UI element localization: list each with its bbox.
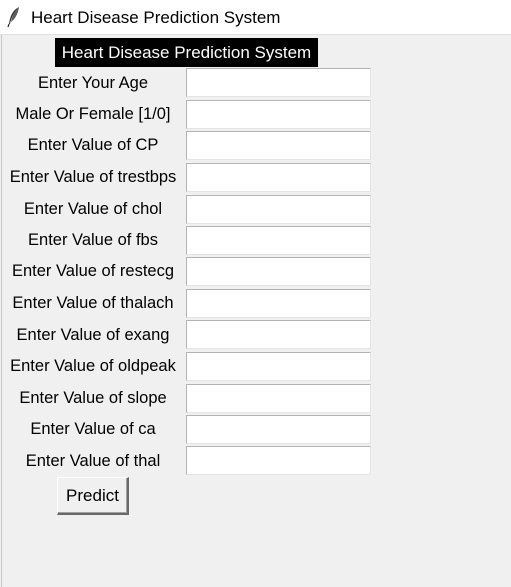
thal-label: Enter Value of thal: [25, 452, 161, 470]
age-label: Enter Your Age: [37, 74, 149, 92]
thal-input[interactable]: [186, 446, 371, 475]
window-title: Heart Disease Prediction System: [31, 8, 281, 27]
sex-label: Male Or Female [1/0]: [15, 105, 171, 123]
sex-input[interactable]: [186, 100, 371, 129]
slope-label: Enter Value of slope: [19, 389, 167, 407]
exang-input[interactable]: [186, 320, 371, 349]
cp-input[interactable]: [186, 131, 371, 160]
slope-input[interactable]: [186, 384, 371, 413]
thalach-label: Enter Value of thalach: [12, 294, 174, 312]
cp-label: Enter Value of CP: [27, 136, 159, 154]
ca-input[interactable]: [186, 415, 371, 444]
chol-label: Enter Value of chol: [23, 200, 163, 218]
feather-icon: [7, 7, 19, 28]
restecg-input[interactable]: [186, 257, 371, 286]
oldpeak-input[interactable]: [186, 352, 371, 381]
title-bar[interactable]: Heart Disease Prediction System: [0, 0, 511, 35]
age-input[interactable]: [186, 68, 371, 97]
trestbps-input[interactable]: [186, 163, 371, 192]
oldpeak-label: Enter Value of oldpeak: [10, 357, 176, 375]
restecg-label: Enter Value of restecg: [11, 262, 175, 280]
thalach-input[interactable]: [186, 289, 371, 318]
predict-button[interactable]: Predict: [57, 477, 129, 515]
trestbps-label: Enter Value of trestbps: [9, 168, 177, 186]
fbs-label: Enter Value of fbs: [28, 231, 158, 249]
exang-label: Enter Value of exang: [16, 326, 170, 344]
chol-input[interactable]: [186, 195, 371, 224]
ca-label: Enter Value of ca: [30, 420, 156, 438]
app-window: Heart Disease Prediction System Heart Di…: [0, 0, 511, 587]
page-heading: Heart Disease Prediction System: [55, 38, 318, 67]
fbs-input[interactable]: [186, 226, 371, 255]
